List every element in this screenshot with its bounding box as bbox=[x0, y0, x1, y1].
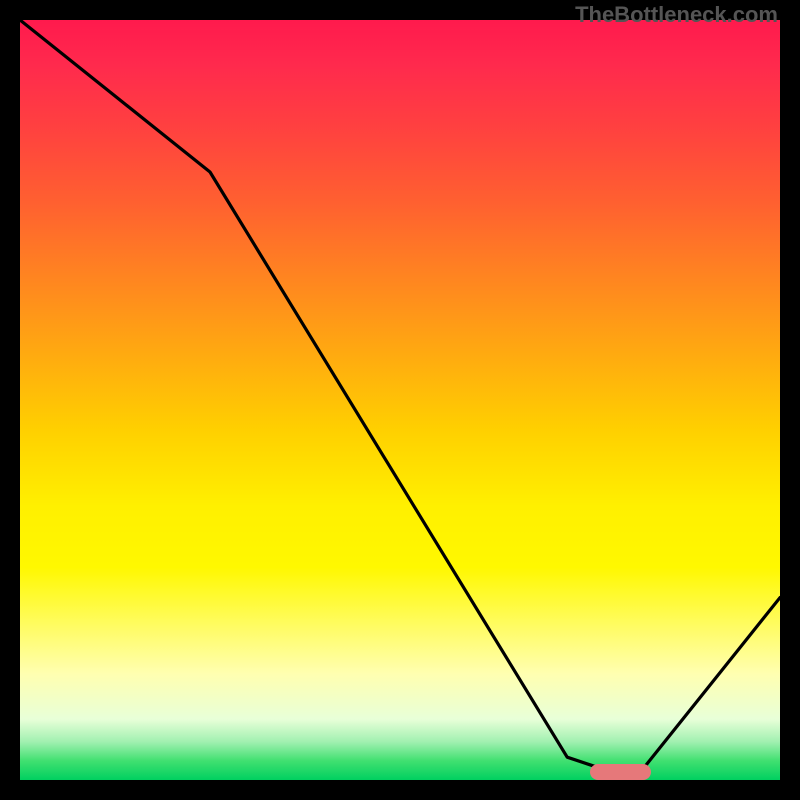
chart-plot-area bbox=[20, 20, 780, 780]
bottleneck-curve bbox=[20, 20, 780, 780]
watermark-text: TheBottleneck.com bbox=[575, 2, 778, 28]
optimal-range-marker bbox=[590, 764, 651, 780]
